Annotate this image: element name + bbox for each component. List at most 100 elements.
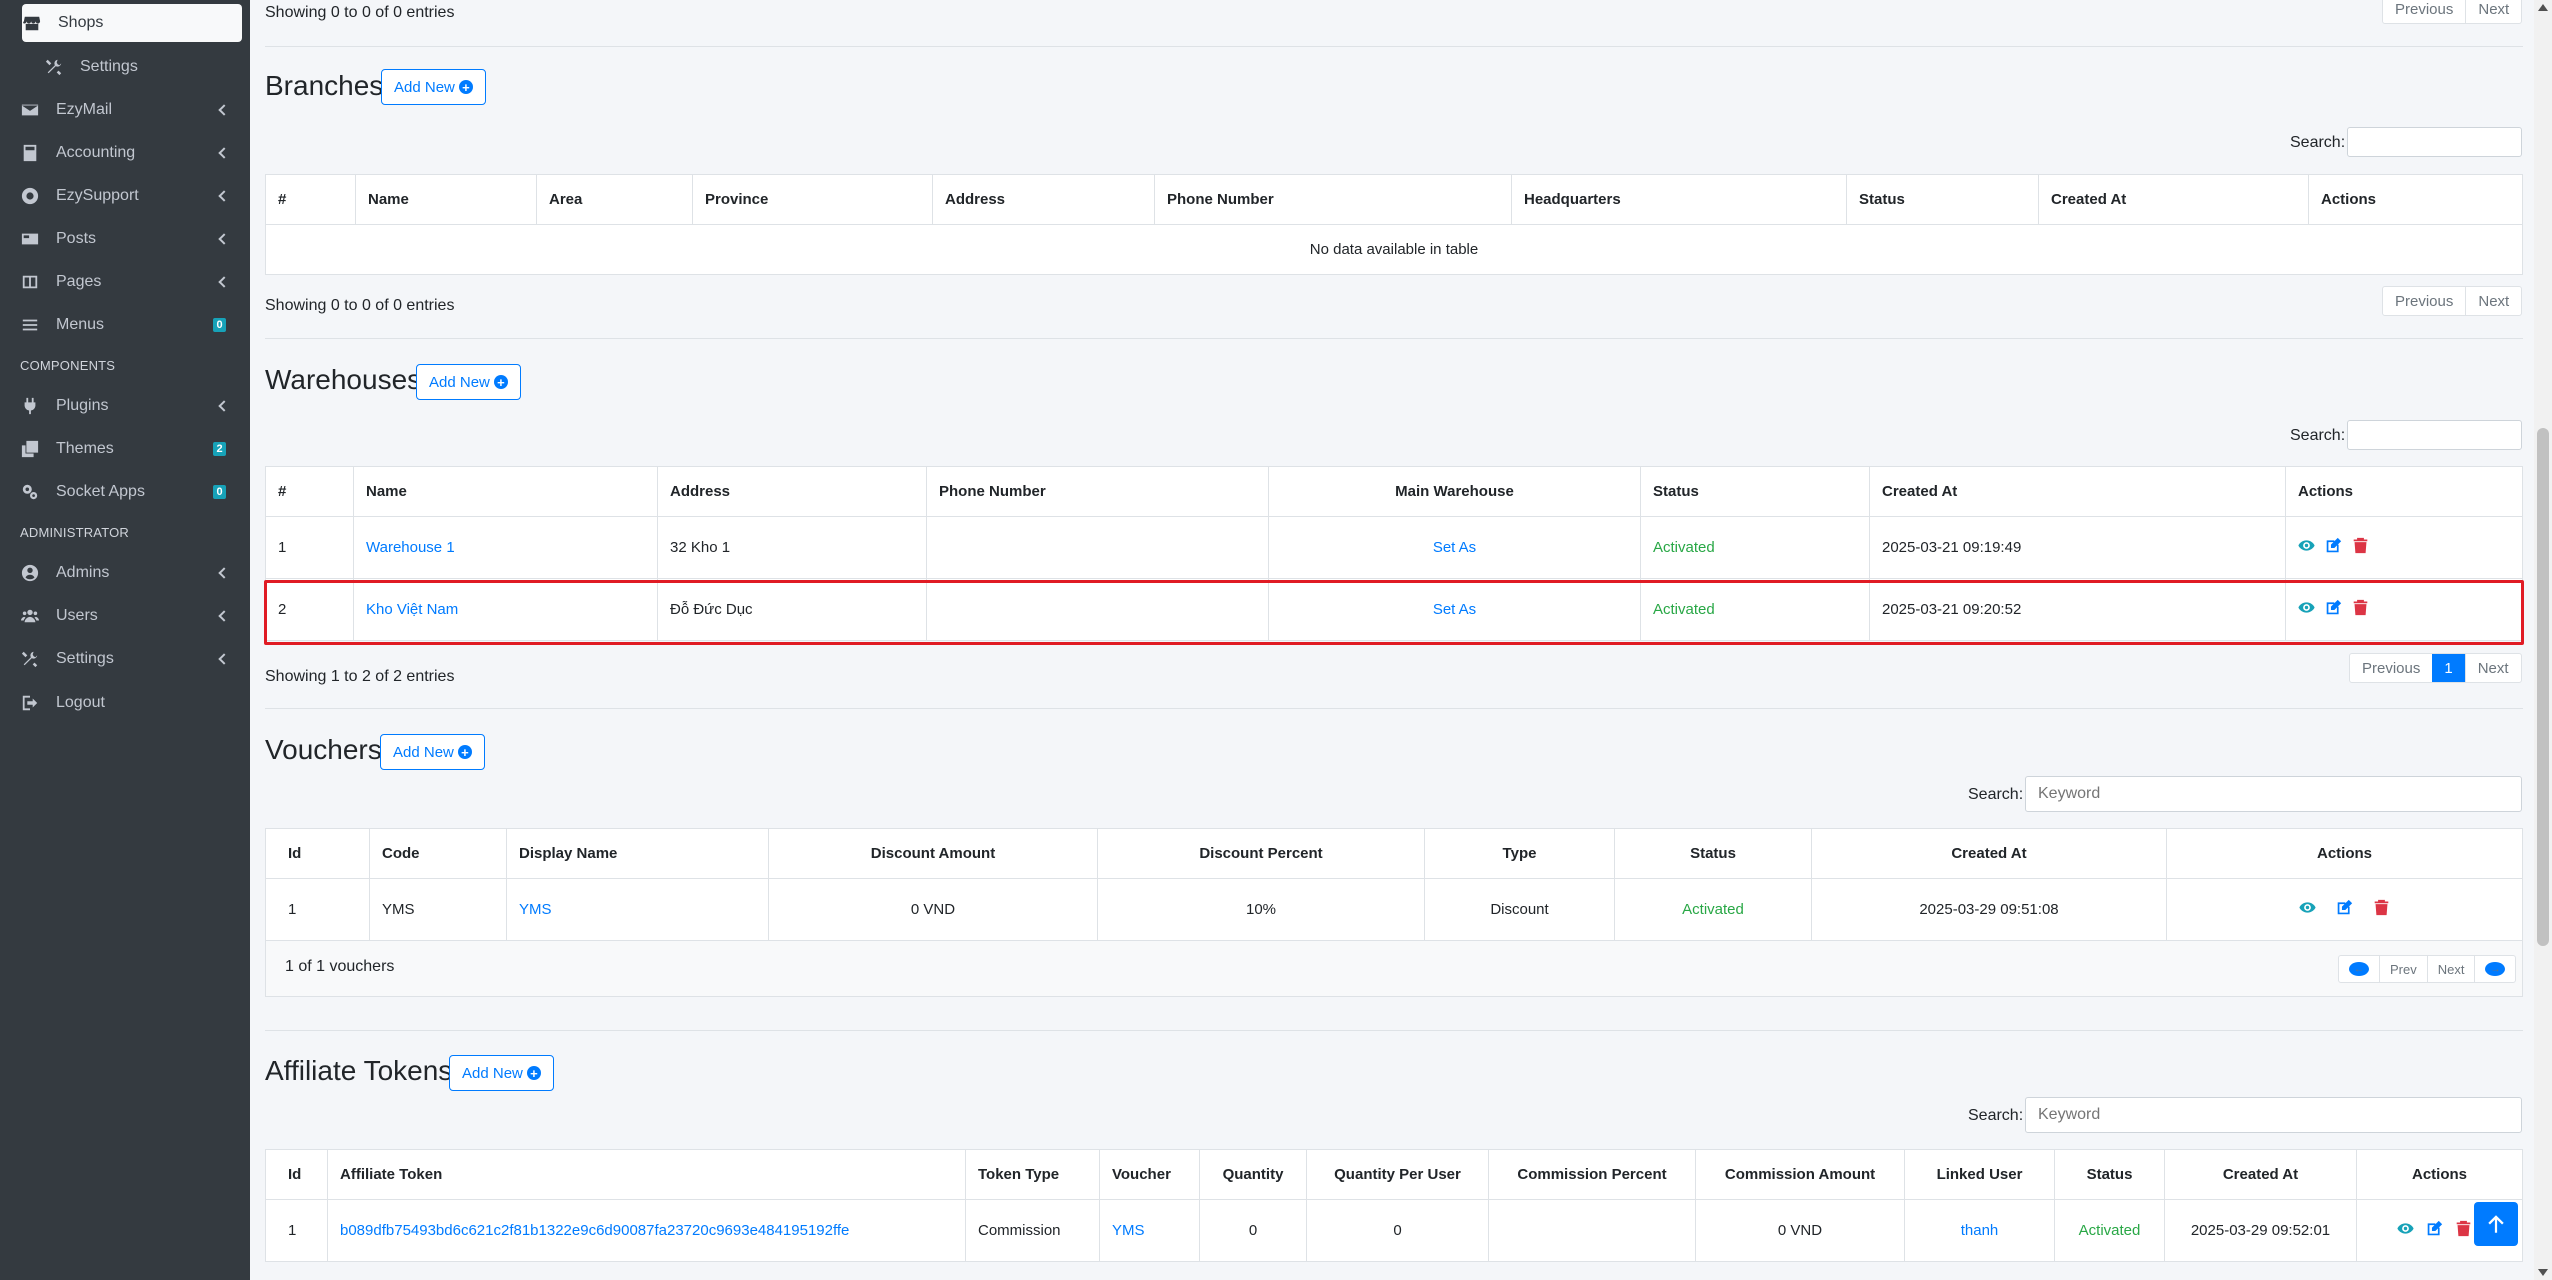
column-header[interactable]: Status: [2054, 1149, 2165, 1200]
pagination-next[interactable]: Next: [2426, 956, 2475, 982]
column-header[interactable]: Created At: [1811, 828, 2167, 879]
eye-icon[interactable]: [2298, 537, 2315, 554]
column-header[interactable]: Affiliate Token: [327, 1149, 966, 1200]
scroll-to-top-button[interactable]: [2474, 1202, 2518, 1246]
column-header[interactable]: Province: [692, 174, 933, 225]
linked-user-link[interactable]: thanh: [1904, 1199, 2055, 1262]
column-header[interactable]: Actions: [2285, 466, 2523, 517]
pagination-previous[interactable]: Previous: [2383, 287, 2465, 315]
sidebar-item-pages[interactable]: Pages: [20, 263, 230, 301]
trash-icon[interactable]: [2352, 537, 2369, 554]
column-header[interactable]: Token Type: [965, 1149, 1100, 1200]
sidebar-item-label: Settings: [56, 650, 114, 667]
sidebar-item-shop-settings[interactable]: Settings: [44, 48, 230, 86]
column-header[interactable]: Discount Percent: [1097, 828, 1425, 879]
column-header[interactable]: Address: [657, 466, 927, 517]
column-header[interactable]: Phone Number: [1154, 174, 1512, 225]
pagination-previous[interactable]: Previous: [2350, 654, 2432, 682]
column-header[interactable]: Display Name: [506, 828, 769, 879]
trash-icon[interactable]: [2373, 899, 2390, 916]
affiliate-search-input[interactable]: [2025, 1097, 2522, 1133]
column-header[interactable]: Phone Number: [926, 466, 1269, 517]
vouchers-add-new-button[interactable]: Add New +: [380, 734, 485, 770]
edit-icon[interactable]: [2426, 1220, 2443, 1237]
eye-icon[interactable]: [2299, 899, 2316, 916]
vouchers-search-input[interactable]: [2025, 776, 2522, 812]
column-header[interactable]: Commission Amount: [1695, 1149, 1905, 1200]
column-header[interactable]: Created At: [1869, 466, 2286, 517]
sidebar-item-menus[interactable]: Menus 0: [20, 306, 230, 344]
column-header[interactable]: Discount Amount: [768, 828, 1098, 879]
sidebar-item-shops[interactable]: Shops: [22, 4, 242, 42]
sidebar-item-ezysupport[interactable]: EzySupport: [20, 177, 230, 215]
cell-token-type: Commission: [965, 1199, 1100, 1262]
column-header[interactable]: Actions: [2166, 828, 2523, 879]
column-header[interactable]: Type: [1424, 828, 1615, 879]
warehouse-name-link[interactable]: Warehouse 1: [353, 516, 658, 579]
trash-icon[interactable]: [2455, 1220, 2472, 1237]
sidebar-item-posts[interactable]: Posts: [20, 220, 230, 258]
pagination-page-1[interactable]: 1: [2432, 654, 2465, 682]
sidebar-item-socket-apps[interactable]: Socket Apps 0: [20, 473, 230, 511]
column-header[interactable]: Area: [536, 174, 693, 225]
column-header[interactable]: Headquarters: [1511, 174, 1847, 225]
affiliate-add-new-button[interactable]: Add New +: [449, 1055, 554, 1091]
page-scrollbar[interactable]: [2534, 0, 2552, 1280]
sidebar-item-logout[interactable]: Logout: [20, 684, 230, 722]
cell-created-at: 2025-03-21 09:19:49: [1869, 516, 2286, 579]
pagination-next[interactable]: Next: [2465, 0, 2521, 23]
column-header[interactable]: Actions: [2308, 174, 2523, 225]
bars-icon: [20, 315, 40, 335]
column-header[interactable]: Voucher: [1099, 1149, 1200, 1200]
column-header[interactable]: #: [265, 174, 356, 225]
column-header[interactable]: Id: [265, 1149, 328, 1200]
column-header[interactable]: Actions: [2356, 1149, 2523, 1200]
sidebar-item-plugins[interactable]: Plugins: [20, 387, 230, 425]
column-header[interactable]: Status: [1614, 828, 1812, 879]
column-header[interactable]: Quantity Per User: [1306, 1149, 1489, 1200]
column-header[interactable]: Name: [355, 174, 537, 225]
scroll-down-icon[interactable]: [2538, 1269, 2548, 1276]
sidebar-item-admins[interactable]: Admins: [20, 554, 230, 592]
voucher-link[interactable]: YMS: [1099, 1199, 1200, 1262]
affiliate-token-link[interactable]: b089dfb75493bd6c621c2f81b1322e9c6d90087f…: [327, 1199, 966, 1262]
column-header[interactable]: Status: [1640, 466, 1870, 517]
sidebar-item-users[interactable]: Users: [20, 597, 230, 635]
sidebar-item-themes[interactable]: Themes 2: [20, 430, 230, 468]
sidebar-item-settings[interactable]: Settings: [20, 640, 230, 678]
pagination-first[interactable]: ←: [2339, 956, 2379, 982]
column-header[interactable]: Code: [369, 828, 507, 879]
table-row: 1 YMS YMS 0 VND 10% Discount Activated 2…: [265, 878, 2523, 941]
column-header[interactable]: Commission Percent: [1488, 1149, 1696, 1200]
branches-add-new-button[interactable]: Add New +: [381, 69, 486, 105]
branches-search-input[interactable]: [2347, 127, 2522, 157]
pagination-last[interactable]: →: [2474, 956, 2515, 982]
column-header[interactable]: Linked User: [1904, 1149, 2055, 1200]
scrollbar-thumb[interactable]: [2537, 428, 2549, 946]
set-as-main-link[interactable]: Set As: [1268, 516, 1641, 579]
sidebar-item-label: Accounting: [56, 144, 136, 161]
eye-icon[interactable]: [2397, 1220, 2414, 1237]
column-header[interactable]: Address: [932, 174, 1155, 225]
column-header[interactable]: Name: [353, 466, 658, 517]
pagination-prev[interactable]: Prev: [2379, 956, 2427, 982]
column-header[interactable]: #: [265, 466, 354, 517]
column-header[interactable]: Quantity: [1199, 1149, 1307, 1200]
pagination-next[interactable]: Next: [2464, 654, 2521, 682]
column-header[interactable]: Created At: [2164, 1149, 2357, 1200]
column-header[interactable]: Created At: [2038, 174, 2309, 225]
warehouses-search-input[interactable]: [2347, 420, 2522, 450]
voucher-display-name-link[interactable]: YMS: [506, 878, 769, 941]
scroll-up-icon[interactable]: [2538, 4, 2548, 11]
edit-icon[interactable]: [2336, 899, 2353, 916]
column-header[interactable]: Main Warehouse: [1268, 466, 1641, 517]
pagination-previous[interactable]: Previous: [2383, 0, 2465, 23]
sidebar-item-accounting[interactable]: Accounting: [20, 134, 230, 172]
pagination-next[interactable]: Next: [2465, 287, 2521, 315]
column-header[interactable]: Status: [1846, 174, 2039, 225]
warehouses-add-new-button[interactable]: Add New +: [416, 364, 521, 400]
empty-message: No data available in table: [265, 224, 2523, 275]
edit-icon[interactable]: [2325, 537, 2342, 554]
column-header[interactable]: Id: [265, 828, 370, 879]
sidebar-item-ezymail[interactable]: EzyMail: [20, 91, 230, 129]
